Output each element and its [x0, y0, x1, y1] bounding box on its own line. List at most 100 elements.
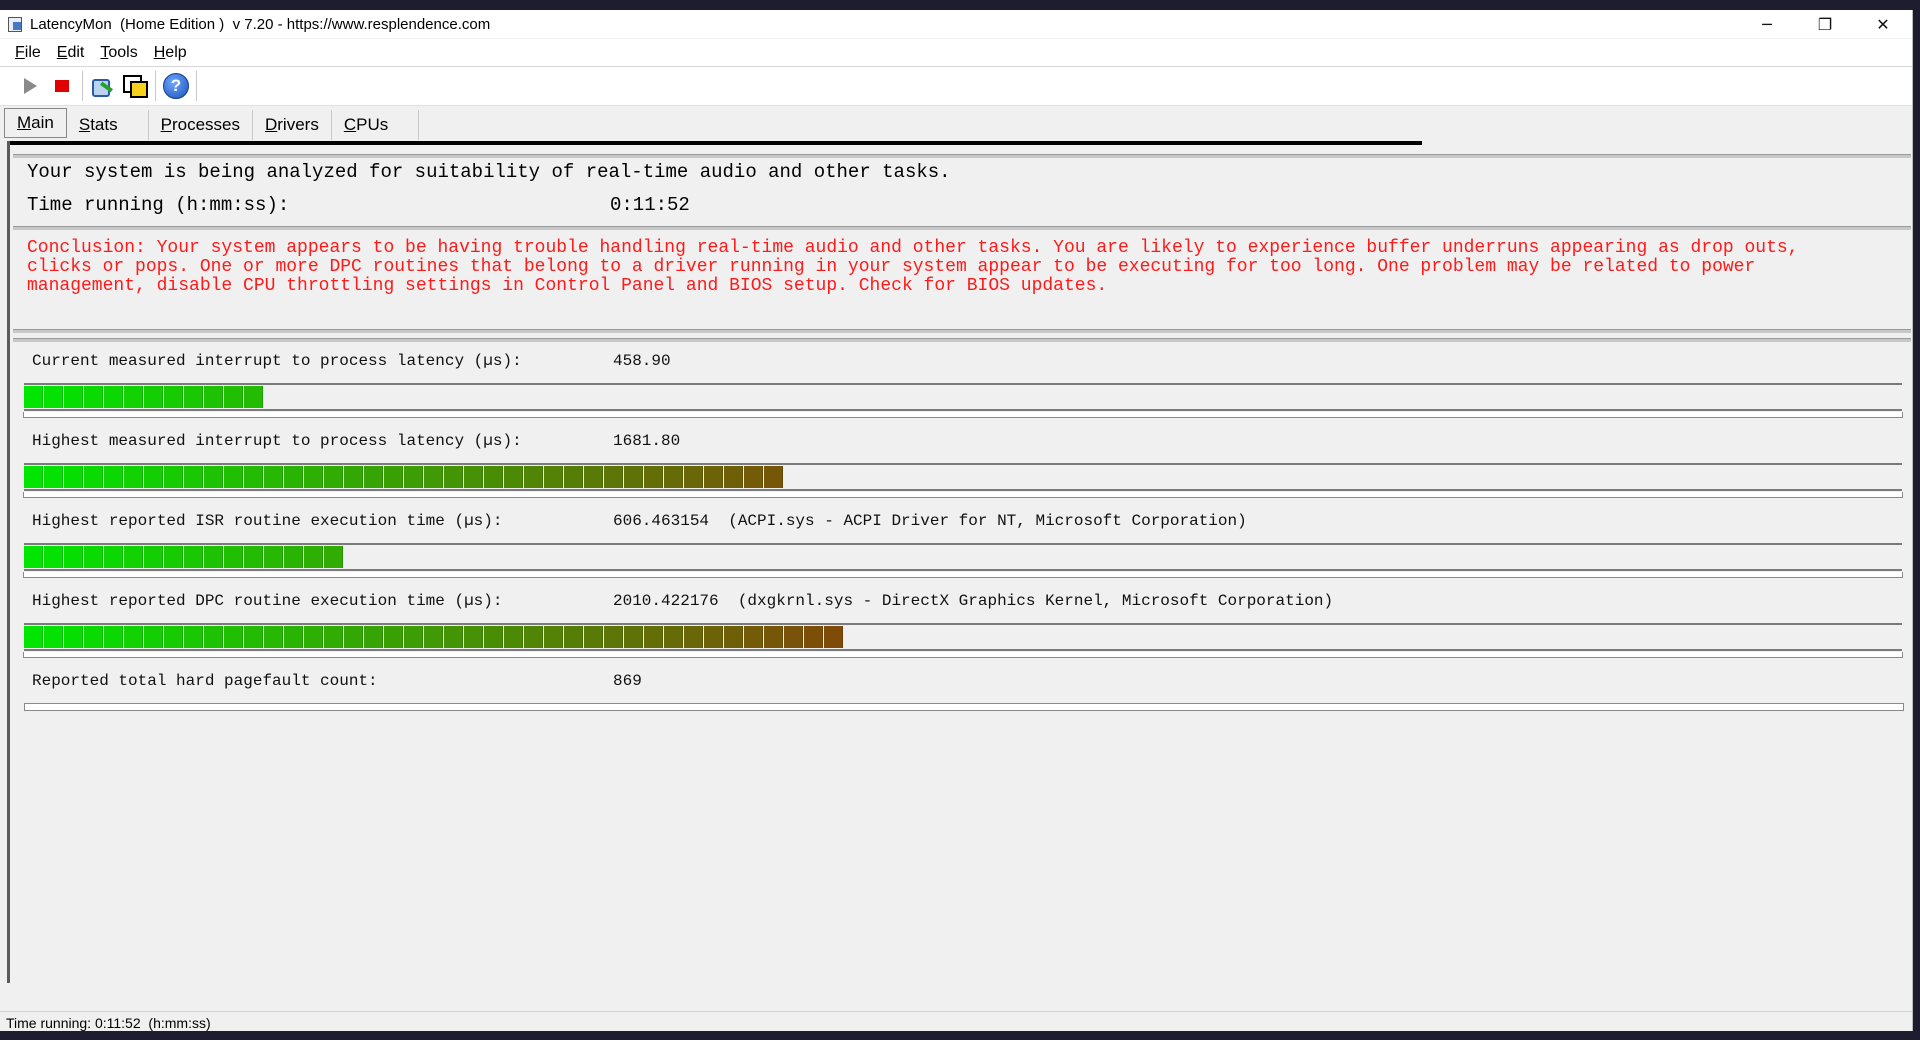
divider — [13, 329, 1911, 333]
bar-segment — [564, 466, 583, 488]
tab-stats[interactable]: Stats — [67, 110, 149, 140]
windows-button[interactable] — [119, 71, 151, 101]
help-button[interactable]: ? — [160, 71, 192, 101]
bar-segment — [204, 386, 223, 408]
bar-segment — [304, 466, 323, 488]
bottom-taskbar-strip — [0, 1031, 1920, 1040]
bar-segment — [244, 466, 263, 488]
bar-segment — [124, 626, 143, 648]
close-button[interactable]: ✕ — [1854, 10, 1912, 38]
bar-segment — [344, 466, 363, 488]
bar-segment — [224, 466, 243, 488]
restore-button[interactable]: ❐ — [1796, 10, 1854, 38]
bar-segment — [64, 626, 83, 648]
bar-segment — [624, 466, 643, 488]
status-text: Time running: 0:11:52 (h:mm:ss) — [6, 1014, 211, 1031]
bar-segment — [264, 626, 283, 648]
bar-segment — [624, 626, 643, 648]
metric-label: Highest measured interrupt to process la… — [32, 432, 522, 450]
latency-bar — [23, 383, 1903, 418]
menu-bar: File Edit Tools Help — [0, 39, 1912, 67]
bar-segment — [464, 466, 483, 488]
latency-bar — [23, 623, 1903, 658]
metric-label: Reported total hard pagefault count: — [32, 672, 378, 690]
stop-button[interactable] — [46, 71, 78, 101]
bar-segment — [84, 386, 103, 408]
divider — [13, 154, 1911, 158]
status-area: Time running: 0:11:52 (h:mm:ss) — [0, 983, 1912, 1031]
bar-segment — [764, 466, 783, 488]
bar-segment — [164, 466, 183, 488]
metric-value: 869 — [613, 672, 642, 690]
bar-segment — [424, 626, 443, 648]
bar-segment — [104, 626, 123, 648]
bar-segment — [724, 466, 743, 488]
help-icon: ? — [163, 73, 189, 99]
bar-segment — [224, 546, 243, 568]
tab-cpus[interactable]: C PUs — [332, 110, 420, 140]
bar-segment — [524, 626, 543, 648]
bar-segment — [584, 466, 603, 488]
latency-bar — [23, 543, 1903, 578]
divider — [13, 226, 1911, 230]
bar-segment — [44, 546, 63, 568]
menu-file[interactable]: File — [7, 44, 49, 62]
start-button[interactable] — [14, 71, 46, 101]
bar-segment — [144, 386, 163, 408]
latencymon-app-icon — [6, 15, 24, 33]
menu-tools[interactable]: Tools — [92, 44, 145, 62]
divider — [13, 338, 1911, 342]
tab-processes[interactable]: Processes — [149, 110, 253, 140]
bar-segment — [24, 546, 43, 568]
bar-segment — [464, 626, 483, 648]
menu-help[interactable]: Help — [146, 44, 195, 62]
bar-segment — [484, 466, 503, 488]
bar-segment — [184, 386, 203, 408]
bar-segment — [664, 626, 683, 648]
bar-segment — [364, 626, 383, 648]
bar-segment — [284, 626, 303, 648]
bar-segment — [804, 626, 823, 648]
bar-segment — [324, 466, 343, 488]
latency-bar-fill — [24, 626, 844, 648]
menu-edit[interactable]: Edit — [49, 44, 93, 62]
tab-main[interactable]: Main — [4, 108, 67, 138]
bar-segment — [644, 466, 663, 488]
bar-segment — [424, 466, 443, 488]
analysis-status-text: Your system is being analyzed for suitab… — [27, 161, 951, 183]
bar-segment — [444, 626, 463, 648]
bar-segment — [284, 546, 303, 568]
bar-segment — [144, 466, 163, 488]
minimize-button[interactable]: ─ — [1738, 10, 1796, 38]
bar-segment — [304, 546, 323, 568]
bar-segment — [704, 466, 723, 488]
bar-segment — [684, 626, 703, 648]
bar-segment — [384, 626, 403, 648]
bar-segment — [584, 626, 603, 648]
bar-segment — [364, 466, 383, 488]
bar-segment — [104, 386, 123, 408]
window-controls: ─ ❐ ✕ — [1738, 10, 1912, 38]
windows-icon — [123, 75, 148, 98]
tools-button[interactable] — [87, 71, 119, 101]
metric-value: 1681.80 — [613, 432, 681, 450]
bar-segment — [824, 626, 843, 648]
bar-segment — [324, 546, 343, 568]
metric-value: 458.90 — [613, 352, 671, 370]
bar-segment — [164, 626, 183, 648]
pagefault-bar — [24, 703, 1904, 711]
title-bar: LatencyMon (Home Edition ) v 7.20 - http… — [0, 10, 1912, 39]
play-icon — [23, 78, 37, 94]
bar-segment — [384, 466, 403, 488]
bar-segment — [264, 546, 283, 568]
bar-segment — [524, 466, 543, 488]
bar-segment — [664, 466, 683, 488]
latency-bar — [23, 463, 1903, 498]
tab-drivers[interactable]: Drivers — [253, 110, 332, 140]
bar-segment — [744, 466, 763, 488]
bar-segment — [724, 626, 743, 648]
time-running-label: Time running (h:mm:ss): — [27, 194, 290, 216]
bar-segment — [104, 546, 123, 568]
bar-segment — [404, 466, 423, 488]
bar-segment — [44, 466, 63, 488]
